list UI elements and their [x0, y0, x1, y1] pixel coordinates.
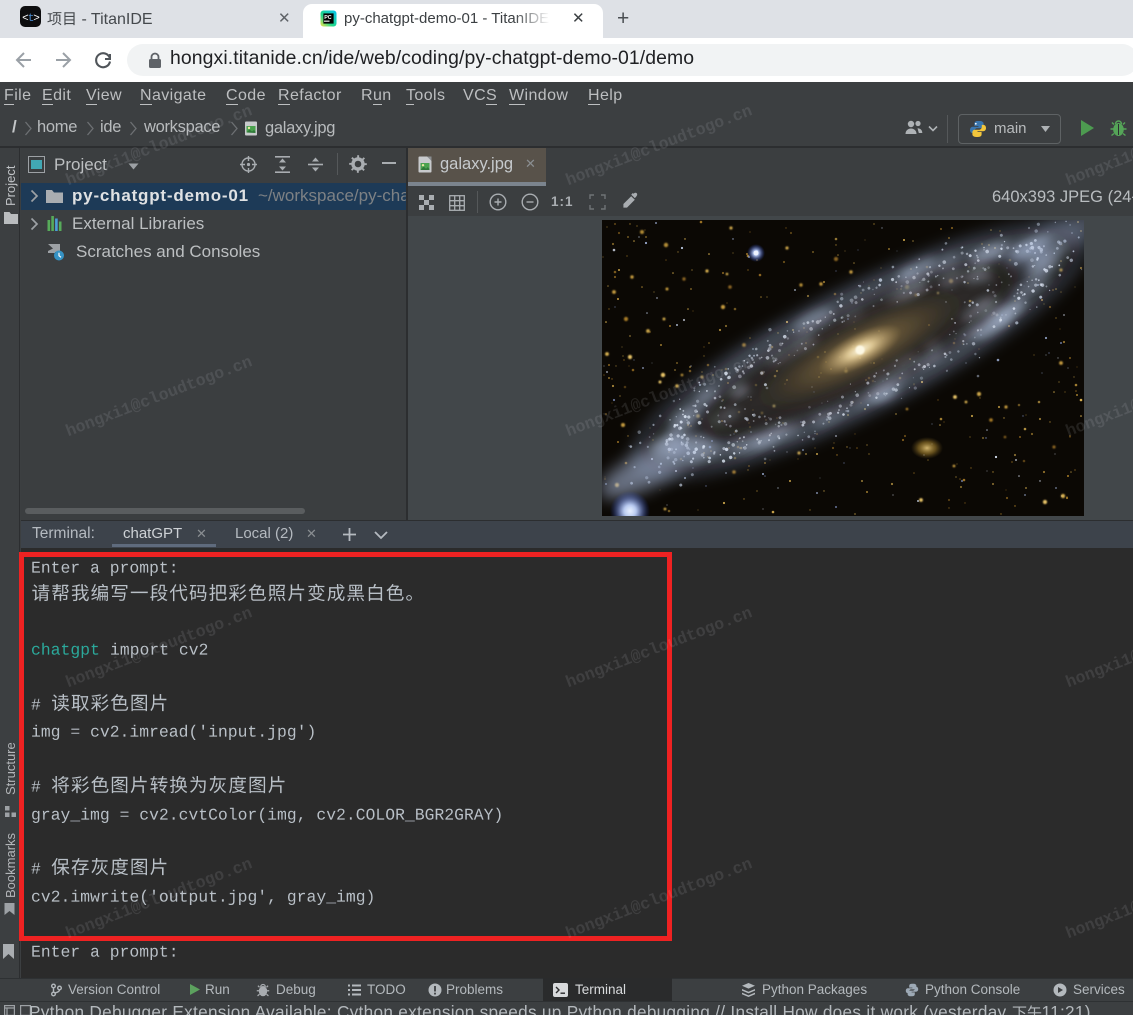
svg-text:<t>: <t>: [22, 13, 39, 25]
svg-text:PC: PC: [324, 15, 332, 21]
